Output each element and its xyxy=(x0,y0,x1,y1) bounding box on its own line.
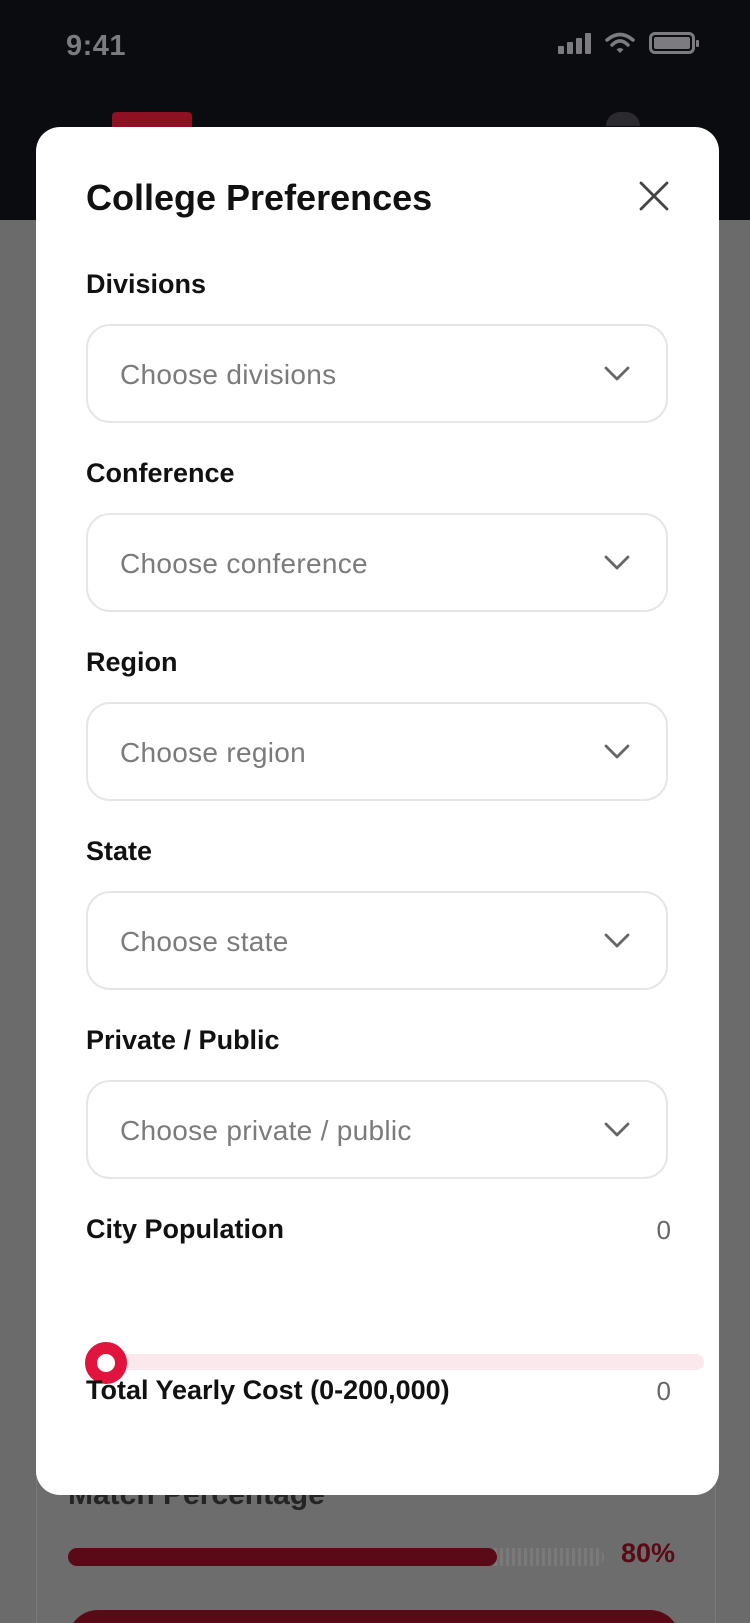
background-action-button xyxy=(68,1610,680,1623)
region-label: Region xyxy=(86,647,178,677)
close-icon xyxy=(639,181,669,211)
divisions-placeholder: Choose divisions xyxy=(120,359,337,390)
status-icons xyxy=(558,32,699,54)
modal-title: College Preferences xyxy=(86,177,433,218)
region-placeholder: Choose region xyxy=(120,737,307,768)
chevron-down-icon xyxy=(604,366,630,381)
chevron-down-icon xyxy=(604,933,630,948)
match-progress-track xyxy=(68,1548,604,1566)
city-population-value: 0 xyxy=(656,1215,671,1245)
chevron-down-icon xyxy=(604,555,630,570)
match-progress-value: 80% xyxy=(621,1538,676,1568)
conference-placeholder: Choose conference xyxy=(120,548,368,579)
conference-select[interactable]: Choose conference xyxy=(86,513,668,612)
chevron-down-icon xyxy=(604,1122,630,1137)
state-label: State xyxy=(86,836,153,866)
signal-icon xyxy=(558,32,591,54)
private-public-select[interactable]: Choose private / public xyxy=(86,1080,668,1179)
region-select[interactable]: Choose region xyxy=(86,702,668,801)
avatar xyxy=(606,112,640,126)
wifi-icon xyxy=(605,32,635,53)
college-preferences-modal: College Preferences Divisions Choose div… xyxy=(36,127,719,1495)
status-bar: 9:41 xyxy=(0,0,750,96)
state-placeholder: Choose state xyxy=(120,926,289,957)
conference-label: Conference xyxy=(86,458,235,488)
private-public-label: Private / Public xyxy=(86,1025,280,1055)
city-population-label: City Population xyxy=(86,1214,284,1244)
state-select[interactable]: Choose state xyxy=(86,891,668,990)
private-public-placeholder: Choose private / public xyxy=(120,1115,412,1146)
total-yearly-cost-value: 0 xyxy=(656,1376,671,1406)
status-time: 9:41 xyxy=(66,30,127,62)
total-yearly-cost-label: Total Yearly Cost (0-200,000) xyxy=(86,1375,450,1405)
close-button[interactable] xyxy=(629,171,679,221)
divisions-select[interactable]: Choose divisions xyxy=(86,324,668,423)
chevron-down-icon xyxy=(604,744,630,759)
divisions-label: Divisions xyxy=(86,269,207,299)
match-progress-fill xyxy=(68,1548,497,1566)
city-population-slider-track[interactable] xyxy=(104,1354,704,1370)
battery-icon xyxy=(649,32,699,54)
app-screen: 9:41 Match Percentage 80% College Prefer… xyxy=(0,0,750,1623)
